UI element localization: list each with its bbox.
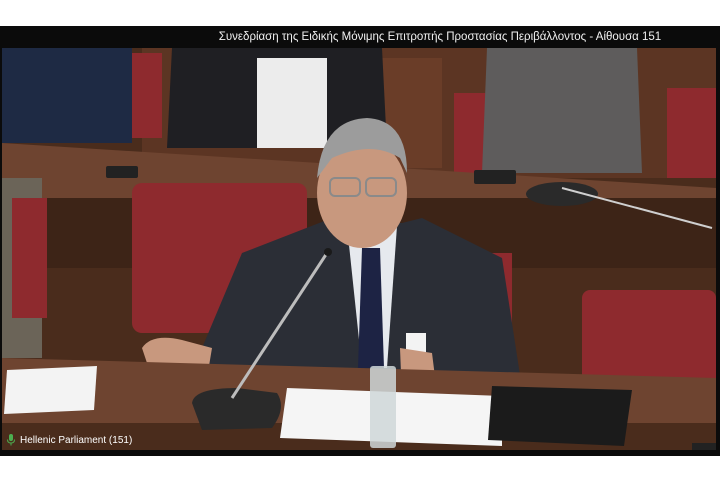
paper-stack-left: [4, 366, 97, 414]
video-player[interactable]: Συνεδρίαση της Ειδικής Μόνιμης Επιτροπής…: [0, 26, 720, 456]
background-person-left: [2, 48, 132, 143]
red-chair-edge: [12, 198, 47, 318]
black-folder: [488, 386, 632, 446]
background-chair: [132, 53, 162, 138]
phone: [106, 166, 138, 178]
video-frame[interactable]: [2, 48, 716, 450]
background-chair-far-right: [667, 88, 716, 178]
microphone-head: [324, 248, 332, 256]
microphone-icon: [7, 434, 15, 446]
channel-caption: Hellenic Parliament (151): [6, 431, 132, 449]
microphone-base: [192, 388, 281, 430]
channel-label: Hellenic Parliament (151): [20, 434, 133, 446]
parliament-hearing-scene: [2, 48, 716, 450]
white-blouse: [257, 58, 327, 148]
water-glass: [370, 366, 396, 448]
session-title: Συνεδρίαση της Ειδικής Μόνιμης Επιτροπής…: [0, 26, 720, 48]
desk-object: [692, 443, 716, 450]
phone-right: [474, 170, 516, 184]
speaker-tie: [358, 248, 384, 368]
background-person-right: [482, 48, 642, 173]
